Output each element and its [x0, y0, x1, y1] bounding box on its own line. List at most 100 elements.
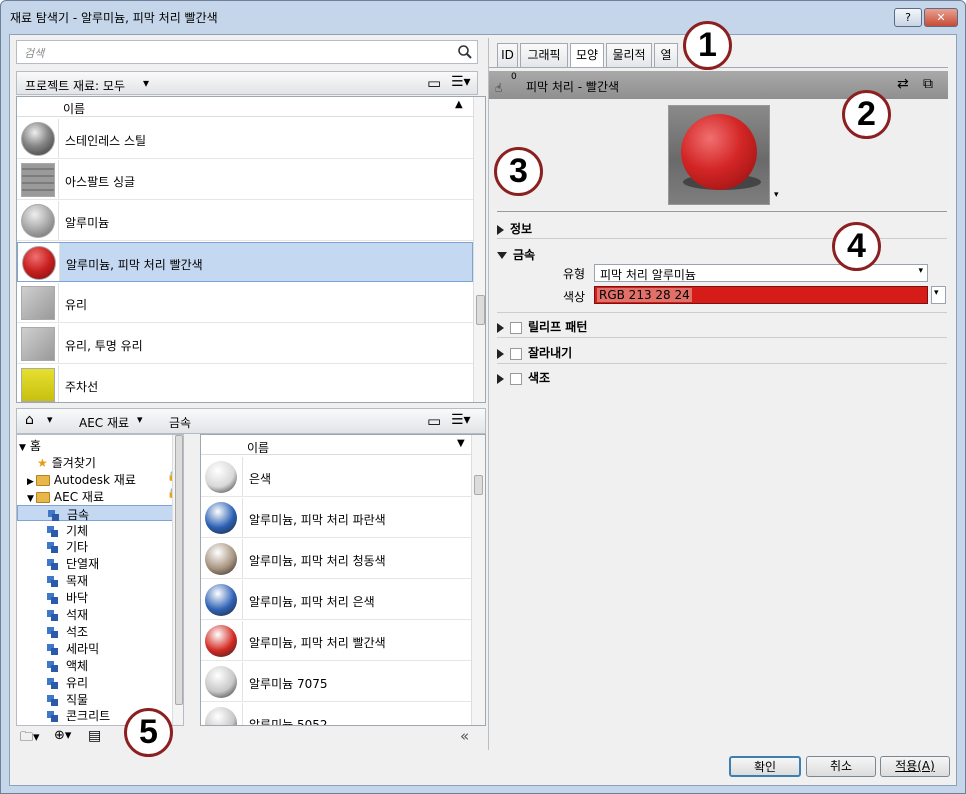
library-material-row[interactable]: 알루미늄, 피막 처리 청동색 [201, 539, 471, 579]
search-icon[interactable] [457, 44, 473, 60]
ok-button[interactable]: 확인 [729, 756, 801, 777]
type-dropdown[interactable]: 피막 처리 알루미늄 ▾ [594, 264, 928, 282]
tree-item[interactable]: 석조 [47, 623, 88, 639]
tree-item[interactable]: 기타 [47, 538, 88, 554]
material-sphere-icon [205, 502, 237, 534]
expand-arrow-icon[interactable] [497, 348, 504, 359]
sort-ascending-icon[interactable]: ▲ [455, 99, 463, 110]
tree-item[interactable]: 석재 [47, 606, 88, 622]
view-options-icon[interactable]: ☰▾ [451, 74, 471, 90]
collapse-arrow-icon[interactable]: ▼ [19, 443, 26, 453]
tree-item[interactable]: 기체 [47, 522, 88, 538]
chevron-down-icon[interactable]: ▾ [137, 413, 143, 426]
tab-thermal[interactable]: 열 [654, 43, 678, 67]
title-bar[interactable]: 재료 탐색기 - 알루미늄, 피막 처리 빨간색 ? ✕ [1, 1, 965, 33]
sort-descending-icon[interactable]: ▼ [457, 438, 465, 449]
tab-physical[interactable]: 물리적 [606, 43, 652, 67]
tab-id[interactable]: ID [497, 43, 518, 67]
duplicate-asset-icon[interactable]: ⧉ [923, 76, 933, 92]
project-material-row[interactable]: 알루미늄 [17, 201, 473, 241]
breadcrumb-metal[interactable]: 금속 [169, 414, 191, 431]
column-header[interactable]: 이름 ▼ [201, 435, 471, 455]
library-scrollbar[interactable] [471, 435, 485, 725]
section-info[interactable]: 정보 [497, 220, 532, 237]
tree-item[interactable]: ★ 즐겨찾기 [27, 454, 96, 470]
panel-toggle-icon[interactable]: ▭ [427, 74, 441, 92]
scroll-thumb[interactable] [175, 435, 183, 705]
collapse-arrow-icon[interactable] [497, 252, 507, 259]
chevron-down-icon[interactable]: ▾ [934, 288, 939, 298]
expand-arrow-icon[interactable] [497, 322, 504, 333]
library-tree: ▼홈★즐겨찾기▶Autodesk 재료🔒▼AEC 재료🔒금속기체기타단열재목재바… [16, 434, 184, 726]
material-category-icon [47, 542, 58, 554]
tree-item[interactable]: ▶Autodesk 재료🔒 [27, 471, 179, 487]
panel-toggle-icon[interactable]: ▭ [427, 412, 441, 430]
tree-item[interactable]: 콘크리트 [47, 707, 110, 723]
tree-item[interactable]: 목재 [47, 572, 88, 588]
search-input[interactable]: 검색 [16, 40, 478, 64]
expand-arrow-icon[interactable] [497, 373, 504, 384]
create-material-icon[interactable]: ⊕▾ [54, 728, 71, 743]
tree-item[interactable]: 액체 [47, 657, 88, 673]
scroll-thumb[interactable] [474, 475, 483, 495]
library-material-row[interactable]: 알루미늄 7075 [201, 662, 471, 702]
section-cutout[interactable]: 잘라내기 [497, 344, 572, 361]
project-material-row[interactable]: 알루미늄, 피막 처리 빨간색 [17, 242, 473, 282]
color-swatch-field[interactable]: RGB 213 28 24 [594, 286, 928, 304]
tree-item[interactable]: 단열재 [47, 555, 99, 571]
tree-item[interactable]: 세라믹 [47, 640, 99, 656]
chevron-down-icon[interactable]: ▾ [774, 190, 779, 200]
chevron-down-icon[interactable]: ▾ [47, 413, 53, 426]
project-filter-label[interactable]: 프로젝트 재료: 모두 [25, 77, 125, 94]
chevron-down-icon[interactable]: ▾ [143, 76, 149, 90]
cancel-button[interactable]: 취소 [806, 756, 876, 777]
appearance-preview[interactable] [668, 105, 770, 205]
section-metal[interactable]: 금속 [497, 246, 535, 263]
breadcrumb-aec[interactable]: AEC 재료 [79, 414, 129, 431]
chevron-down-icon[interactable]: ▾ [918, 266, 923, 276]
tint-checkbox[interactable] [510, 372, 522, 385]
tree-item[interactable]: ▼AEC 재료🔒 [27, 488, 179, 504]
tree-item[interactable]: 직물 [47, 691, 88, 707]
project-material-row[interactable]: 유리 [17, 283, 473, 323]
column-header[interactable]: 이름 ▲ [17, 97, 473, 117]
expand-arrow-icon[interactable] [497, 224, 504, 235]
callout-1: 1 [683, 21, 732, 70]
color-menu-button[interactable]: ▾ [931, 286, 946, 304]
replace-asset-icon[interactable]: ⇄ [897, 76, 909, 92]
scroll-thumb[interactable] [476, 295, 485, 325]
project-material-row[interactable]: 스테인레스 스틸 [17, 119, 473, 159]
library-material-row[interactable]: 알루미늄, 피막 처리 파란색 [201, 498, 471, 538]
project-material-row[interactable]: 아스팔트 싱글 [17, 160, 473, 200]
section-relief[interactable]: 릴리프 패턴 [497, 318, 587, 335]
library-material-row[interactable]: 알루미늄, 피막 처리 은색 [201, 580, 471, 620]
tab-graphics[interactable]: 그래픽 [520, 43, 568, 67]
tree-item[interactable]: 유리 [47, 674, 88, 690]
editor-toggle-icon[interactable]: ▤ [88, 728, 101, 744]
cutout-checkbox[interactable] [510, 347, 522, 360]
glass-cube-icon [21, 286, 55, 320]
project-scrollbar[interactable] [473, 97, 485, 402]
expand-arrow-icon[interactable]: ▶ [27, 477, 34, 487]
close-button[interactable]: ✕ [924, 8, 958, 27]
collapse-left-icon[interactable]: « [460, 727, 469, 745]
apply-button[interactable]: 적용(A) [880, 756, 950, 777]
project-material-row[interactable]: 주차선 [17, 365, 473, 402]
library-material-row[interactable]: 알루미늄, 피막 처리 빨간색 [201, 621, 471, 661]
tab-appearance[interactable]: 모양 [570, 43, 604, 68]
relief-checkbox[interactable] [510, 321, 522, 334]
collapse-arrow-icon[interactable]: ▼ [27, 494, 34, 504]
tree-item[interactable]: 금속 [17, 504, 183, 522]
view-options-icon[interactable]: ☰▾ [451, 412, 471, 428]
home-icon[interactable]: ⌂ [25, 412, 34, 428]
library-material-row[interactable]: 알루미늄 5052 [201, 703, 471, 725]
steel-sphere-icon [21, 122, 55, 156]
help-button[interactable]: ? [894, 8, 922, 27]
tree-item[interactable]: 바닥 [47, 589, 88, 605]
tree-scrollbar[interactable] [172, 435, 183, 725]
library-material-row[interactable]: 은색 [201, 457, 471, 497]
tree-item[interactable]: ▼ 홈 [19, 437, 41, 453]
library-manage-icon[interactable]: 🗀▾ [20, 728, 40, 750]
project-material-row[interactable]: 유리, 투명 유리 [17, 324, 473, 364]
section-tint[interactable]: 색조 [497, 369, 550, 386]
